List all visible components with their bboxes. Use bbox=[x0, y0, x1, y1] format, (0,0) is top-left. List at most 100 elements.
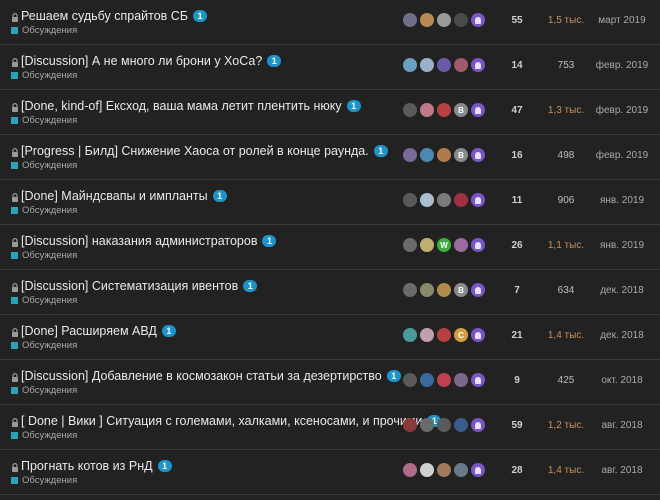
replies-count[interactable]: 16 bbox=[505, 150, 529, 161]
topic-title[interactable]: [Discussion] А не много ли брони у ХоСа? bbox=[21, 54, 262, 68]
replies-count[interactable]: 28 bbox=[505, 465, 529, 476]
unread-badge[interactable]: 1 bbox=[193, 10, 208, 22]
poster-avatar[interactable] bbox=[420, 418, 434, 432]
poster-avatar[interactable] bbox=[437, 463, 451, 477]
poster-avatar[interactable] bbox=[420, 148, 434, 162]
topic-row[interactable]: [Discussion] А не много ли брони у ХоСа?… bbox=[0, 45, 660, 90]
poster-avatar[interactable] bbox=[471, 193, 485, 207]
poster-avatar[interactable] bbox=[454, 193, 468, 207]
poster-avatar[interactable] bbox=[437, 283, 451, 297]
poster-avatar[interactable] bbox=[471, 463, 485, 477]
topic-row[interactable]: [Done] Расширяем АВД 1 Обсуждения C 21 1… bbox=[0, 315, 660, 360]
poster-avatar[interactable] bbox=[471, 103, 485, 117]
topic-title[interactable]: [Done, kind-of] Ексход, ваша мама летит … bbox=[21, 99, 342, 113]
category-label[interactable]: Обсуждения bbox=[22, 205, 77, 216]
topic-title[interactable]: [ Done | Вики ] Ситуация с големами, хал… bbox=[21, 414, 422, 428]
replies-count[interactable]: 47 bbox=[505, 105, 529, 116]
poster-avatar[interactable] bbox=[437, 328, 451, 342]
topic-title[interactable]: [Discussion] Добавление в космозакон ста… bbox=[21, 369, 382, 383]
poster-avatar[interactable] bbox=[420, 238, 434, 252]
replies-count[interactable]: 14 bbox=[505, 60, 529, 71]
category-label[interactable]: Обсуждения bbox=[22, 70, 77, 81]
topic-title[interactable]: [Discussion] наказания администраторов bbox=[21, 234, 257, 248]
replies-count[interactable]: 55 bbox=[505, 15, 529, 26]
unread-badge[interactable]: 1 bbox=[373, 145, 388, 157]
category-label[interactable]: Обсуждения bbox=[22, 340, 77, 351]
activity-date[interactable]: февр. 2019 bbox=[594, 150, 650, 161]
poster-avatar[interactable]: W bbox=[437, 238, 451, 252]
poster-avatar[interactable] bbox=[420, 13, 434, 27]
poster-avatar[interactable] bbox=[454, 373, 468, 387]
poster-avatar[interactable] bbox=[420, 103, 434, 117]
poster-avatar[interactable] bbox=[420, 193, 434, 207]
poster-avatar[interactable] bbox=[403, 283, 417, 297]
poster-avatar[interactable] bbox=[454, 463, 468, 477]
activity-date[interactable]: окт. 2018 bbox=[594, 375, 650, 386]
poster-avatar[interactable] bbox=[437, 373, 451, 387]
category-label[interactable]: Обсуждения bbox=[22, 25, 77, 36]
activity-date[interactable]: авг. 2018 bbox=[594, 420, 650, 431]
activity-date[interactable]: дек. 2018 bbox=[594, 285, 650, 296]
activity-date[interactable]: янв. 2019 bbox=[594, 195, 650, 206]
unread-badge[interactable]: 1 bbox=[212, 190, 227, 202]
topic-title[interactable]: Решаем судьбу спрайтов СБ bbox=[21, 9, 188, 23]
unread-badge[interactable]: 1 bbox=[262, 235, 277, 247]
poster-avatar[interactable] bbox=[454, 418, 468, 432]
poster-avatar[interactable] bbox=[403, 418, 417, 432]
replies-count[interactable]: 11 bbox=[505, 195, 529, 206]
topic-row[interactable]: [Done] Майндсвапы и импланты 1 Обсуждени… bbox=[0, 180, 660, 225]
activity-date[interactable]: февр. 2019 bbox=[594, 60, 650, 71]
activity-date[interactable]: февр. 2019 bbox=[594, 105, 650, 116]
poster-avatar[interactable] bbox=[403, 13, 417, 27]
poster-avatar[interactable] bbox=[403, 328, 417, 342]
poster-avatar[interactable] bbox=[403, 58, 417, 72]
poster-avatar[interactable] bbox=[454, 238, 468, 252]
poster-avatar[interactable] bbox=[471, 418, 485, 432]
poster-avatar[interactable]: B bbox=[454, 103, 468, 117]
topic-row[interactable]: [Progress | Билд] Снижение Хаоса от роле… bbox=[0, 135, 660, 180]
poster-avatar[interactable] bbox=[420, 373, 434, 387]
poster-avatar[interactable] bbox=[437, 13, 451, 27]
category-label[interactable]: Обсуждения bbox=[22, 295, 77, 306]
poster-avatar[interactable]: C bbox=[454, 328, 468, 342]
poster-avatar[interactable] bbox=[420, 463, 434, 477]
poster-avatar[interactable] bbox=[403, 463, 417, 477]
poster-avatar[interactable] bbox=[403, 193, 417, 207]
topic-title[interactable]: [Done] Майндсвапы и импланты bbox=[21, 189, 208, 203]
category-label[interactable]: Обсуждения bbox=[22, 115, 77, 126]
topic-row[interactable]: [Done, kind-of] Ексход, ваша мама летит … bbox=[0, 90, 660, 135]
activity-date[interactable]: март 2019 bbox=[594, 15, 650, 26]
poster-avatar[interactable] bbox=[471, 373, 485, 387]
unread-badge[interactable]: 1 bbox=[161, 325, 176, 337]
category-label[interactable]: Обсуждения bbox=[22, 250, 77, 261]
poster-avatar[interactable]: B bbox=[454, 283, 468, 297]
replies-count[interactable]: 9 bbox=[505, 375, 529, 386]
topic-title[interactable]: [Done] Расширяем АВД bbox=[21, 324, 157, 338]
category-label[interactable]: Обсуждения bbox=[22, 385, 77, 396]
poster-avatar[interactable]: B bbox=[454, 148, 468, 162]
category-label[interactable]: Обсуждения bbox=[22, 430, 77, 441]
unread-badge[interactable]: 1 bbox=[267, 55, 282, 67]
poster-avatar[interactable] bbox=[437, 148, 451, 162]
topic-row[interactable]: Прогнать котов из РнД 1 Обсуждения 28 1,… bbox=[0, 450, 660, 495]
poster-avatar[interactable] bbox=[437, 103, 451, 117]
activity-date[interactable]: янв. 2019 bbox=[594, 240, 650, 251]
poster-avatar[interactable] bbox=[403, 148, 417, 162]
topic-title[interactable]: [Progress | Билд] Снижение Хаоса от роле… bbox=[21, 144, 369, 158]
poster-avatar[interactable] bbox=[437, 418, 451, 432]
poster-avatar[interactable] bbox=[403, 238, 417, 252]
poster-avatar[interactable] bbox=[437, 193, 451, 207]
unread-badge[interactable]: 1 bbox=[346, 100, 361, 112]
category-label[interactable]: Обсуждения bbox=[22, 160, 77, 171]
poster-avatar[interactable] bbox=[471, 283, 485, 297]
poster-avatar[interactable] bbox=[403, 103, 417, 117]
topic-row[interactable]: [ Done | Вики ] Ситуация с големами, хал… bbox=[0, 405, 660, 450]
topic-title[interactable]: Прогнать котов из РнД bbox=[21, 459, 153, 473]
topic-title[interactable]: [Discussion] Систематизация ивентов bbox=[21, 279, 238, 293]
unread-badge[interactable]: 1 bbox=[386, 370, 401, 382]
poster-avatar[interactable] bbox=[471, 13, 485, 27]
poster-avatar[interactable] bbox=[403, 373, 417, 387]
poster-avatar[interactable] bbox=[437, 58, 451, 72]
activity-date[interactable]: авг. 2018 bbox=[594, 465, 650, 476]
poster-avatar[interactable] bbox=[454, 58, 468, 72]
